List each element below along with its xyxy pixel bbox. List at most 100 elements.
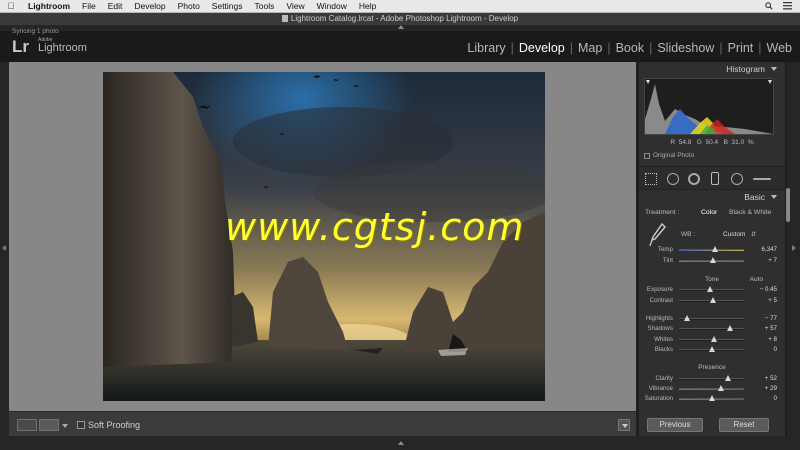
crop-tool-icon[interactable] xyxy=(645,173,657,185)
histogram-header[interactable]: Histogram xyxy=(639,62,785,76)
tone-section: Tone Auto xyxy=(639,276,785,283)
slider-handle[interactable] xyxy=(709,297,716,303)
collapse-arrow-up-icon xyxy=(398,25,404,29)
slider-handle[interactable] xyxy=(726,325,733,331)
module-web[interactable]: Web xyxy=(767,41,792,55)
slider-value[interactable]: 0 xyxy=(774,346,777,353)
treatment-color-button[interactable]: Color xyxy=(701,209,717,216)
graduated-filter-icon[interactable] xyxy=(711,172,719,185)
original-photo-label: Original Photo xyxy=(653,152,695,159)
slider-value[interactable]: 0 xyxy=(774,395,777,402)
slider-handle[interactable] xyxy=(683,315,690,321)
menu-tools[interactable]: Tools xyxy=(249,1,281,11)
sync-status[interactable]: Syncing 1 photo xyxy=(12,28,59,35)
histogram-graph[interactable] xyxy=(644,78,774,135)
filmstrip-toggle[interactable] xyxy=(0,436,800,450)
menu-app[interactable]: Lightroom xyxy=(22,1,76,11)
view-dropdown-icon[interactable] xyxy=(62,424,68,428)
tool-strip xyxy=(639,166,785,190)
module-separator: | xyxy=(569,41,573,55)
slider-value[interactable]: + 5 xyxy=(768,297,777,304)
loupe-view-button[interactable] xyxy=(17,419,37,431)
apple-icon[interactable]:  xyxy=(0,1,22,11)
slider-handle[interactable] xyxy=(711,336,718,342)
window-title: Lightroom Catalog.lrcat - Adobe Photosho… xyxy=(290,14,519,23)
slider-value[interactable]: + 29 xyxy=(765,385,777,392)
basic-title: Basic xyxy=(744,192,765,202)
wb-dropdown[interactable]: Custom xyxy=(723,231,745,238)
menu-develop[interactable]: Develop xyxy=(128,1,171,11)
slider-value[interactable]: + 57 xyxy=(765,325,777,332)
reset-button[interactable]: Reset xyxy=(719,418,769,432)
spot-removal-tool-icon[interactable] xyxy=(667,173,679,185)
menu-window[interactable]: Window xyxy=(311,1,353,11)
before-after-button[interactable] xyxy=(39,419,59,431)
soft-proofing-checkbox[interactable] xyxy=(77,421,85,429)
menu-help[interactable]: Help xyxy=(353,1,382,11)
slider-value[interactable]: − 0.45 xyxy=(760,286,777,293)
module-slideshow[interactable]: Slideshow xyxy=(657,41,714,55)
histogram-title: Histogram xyxy=(726,64,765,74)
slider-label: Shadows xyxy=(647,325,673,332)
module-develop[interactable]: Develop xyxy=(519,41,565,55)
histogram-plot xyxy=(645,80,773,134)
slider-handle[interactable] xyxy=(711,246,718,252)
slider-track[interactable] xyxy=(679,378,744,380)
slider-row-saturation: Saturation 0 xyxy=(639,394,785,404)
slider-handle[interactable] xyxy=(708,395,715,401)
module-print[interactable]: Print xyxy=(728,41,754,55)
develop-toolbar: Soft Proofing xyxy=(9,411,636,436)
watermark-text: www.cgtsj.com xyxy=(225,205,525,249)
wb-label: WB : xyxy=(681,231,696,238)
develop-right-panel: Histogram R 54.8 G 50.4 B 31.0 % Origina… xyxy=(639,62,785,436)
panel-scrollbar-thumb[interactable] xyxy=(786,188,790,222)
radial-filter-icon[interactable] xyxy=(731,173,743,185)
slider-handle[interactable] xyxy=(725,375,732,381)
adjustment-brush-icon[interactable] xyxy=(753,178,771,180)
module-separator: | xyxy=(607,41,611,55)
module-book[interactable]: Book xyxy=(616,41,645,55)
toolbar-content-dropdown[interactable] xyxy=(618,419,630,431)
red-eye-tool-icon[interactable] xyxy=(688,173,700,185)
list-icon[interactable] xyxy=(783,2,792,10)
module-separator: | xyxy=(649,41,653,55)
wb-dropdown-arrow-icon[interactable]: ⇵ xyxy=(751,231,756,238)
menu-photo[interactable]: Photo xyxy=(172,1,206,11)
slider-handle[interactable] xyxy=(708,346,715,352)
slider-row-contrast: Contrast + 5 xyxy=(639,296,785,306)
left-panel-toggle[interactable] xyxy=(0,62,9,436)
slider-handle[interactable] xyxy=(706,286,713,292)
slider-value[interactable]: − 77 xyxy=(765,315,777,322)
slider-track[interactable] xyxy=(679,388,744,390)
slider-row-whites: Whites + 8 xyxy=(639,335,785,345)
slider-row-temp: Temp 6,347 xyxy=(639,245,785,255)
menu-view[interactable]: View xyxy=(280,1,310,11)
right-panel-scroll[interactable] xyxy=(787,62,800,436)
slider-label: Vibrance xyxy=(648,385,673,392)
identity-plate: Syncing 1 photo Lr Adobe Lightroom Libra… xyxy=(0,28,800,62)
basic-header[interactable]: Basic xyxy=(639,190,785,204)
slider-value[interactable]: + 7 xyxy=(768,257,777,264)
module-library[interactable]: Library xyxy=(467,41,505,55)
slider-row-blacks: Blacks 0 xyxy=(639,345,785,355)
slider-handle[interactable] xyxy=(718,385,725,391)
module-map[interactable]: Map xyxy=(578,41,602,55)
document-icon xyxy=(281,15,288,22)
soft-proofing-label: Soft Proofing xyxy=(88,420,141,430)
auto-tone-button[interactable]: Auto xyxy=(750,276,763,283)
menu-file[interactable]: File xyxy=(76,1,102,11)
slider-value[interactable]: + 52 xyxy=(765,375,777,382)
slider-label: Whites xyxy=(654,336,673,343)
mac-menubar:  Lightroom File Edit Develop Photo Sett… xyxy=(0,0,800,13)
previous-button[interactable]: Previous xyxy=(647,418,703,432)
menu-settings[interactable]: Settings xyxy=(206,1,249,11)
menu-edit[interactable]: Edit xyxy=(102,1,129,11)
search-icon[interactable] xyxy=(765,2,773,10)
slider-track[interactable] xyxy=(679,328,744,330)
treatment-bw-button[interactable]: Black & White xyxy=(729,209,771,216)
slider-handle[interactable] xyxy=(710,257,717,263)
slider-value[interactable]: 6,347 xyxy=(762,246,777,253)
slider-row-highlights: Highlights − 77 xyxy=(639,314,785,324)
slider-value[interactable]: + 8 xyxy=(768,336,777,343)
expand-arrow-left-icon xyxy=(2,245,6,251)
